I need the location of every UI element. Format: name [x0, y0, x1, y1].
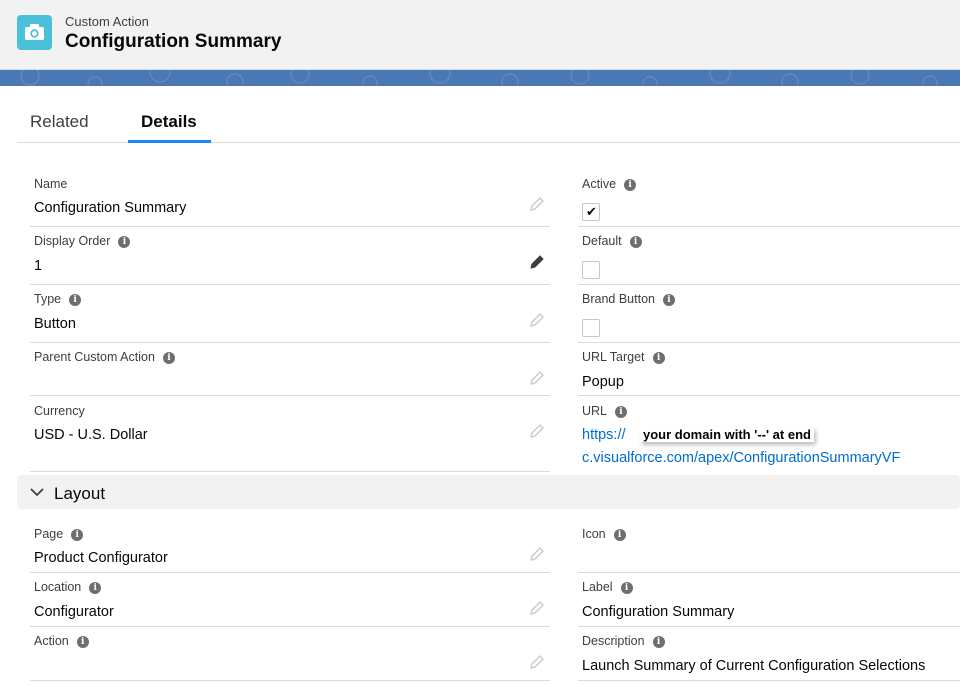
field-divider	[30, 626, 550, 627]
field-label-label: Label i	[582, 580, 633, 594]
field-divider	[30, 342, 550, 343]
field-divider	[30, 226, 550, 227]
object-type-label: Custom Action	[65, 14, 149, 29]
pencil-icon[interactable]	[529, 654, 545, 670]
info-icon[interactable]: i	[662, 294, 675, 306]
default-checkbox[interactable]	[582, 261, 600, 279]
field-divider	[30, 395, 550, 396]
pencil-icon[interactable]	[529, 254, 545, 270]
field-divider	[578, 395, 960, 396]
field-divider	[578, 226, 960, 227]
info-icon[interactable]: i	[629, 236, 642, 248]
pencil-icon[interactable]	[529, 312, 545, 328]
field-label-type: Type i	[34, 292, 82, 306]
field-value-name: Configuration Summary	[34, 200, 187, 216]
url-annotation: your domain with '--' at end	[640, 427, 814, 442]
record-detail-card	[0, 86, 960, 685]
field-label-description: Description i	[582, 634, 665, 648]
pencil-icon[interactable]	[529, 423, 545, 439]
field-label-action: Action i	[34, 634, 89, 648]
field-divider	[30, 572, 550, 573]
field-label-default: Default i	[582, 234, 642, 248]
field-label-location: Location i	[34, 580, 102, 594]
field-divider	[578, 572, 960, 573]
page-header: Custom Action Configuration Summary	[0, 0, 960, 70]
brand-button-checkbox[interactable]	[582, 319, 600, 337]
active-tab-indicator	[128, 140, 211, 143]
field-divider	[578, 626, 960, 627]
field-label-parent-custom-action: Parent Custom Action i	[34, 350, 175, 364]
field-divider	[578, 284, 960, 285]
field-value-url-target: Popup	[582, 374, 624, 390]
field-value-label: Configuration Summary	[582, 604, 735, 620]
pencil-icon[interactable]	[529, 600, 545, 616]
info-icon[interactable]: i	[624, 179, 637, 191]
info-icon[interactable]: i	[652, 636, 665, 648]
field-label-url-target: URL Target i	[582, 350, 665, 364]
info-icon[interactable]: i	[76, 636, 89, 648]
field-label-page: Page i	[34, 527, 84, 541]
camera-icon	[17, 15, 52, 50]
info-icon[interactable]: i	[162, 352, 175, 364]
field-label-currency: Currency	[34, 404, 85, 418]
layout-section-header[interactable]: Layout	[17, 475, 960, 509]
info-icon[interactable]: i	[613, 529, 626, 541]
field-label-display-order: Display Order i	[34, 234, 131, 248]
field-divider	[30, 284, 550, 285]
header-background-band	[0, 70, 960, 86]
pencil-icon[interactable]	[529, 370, 545, 386]
info-icon[interactable]: i	[71, 529, 84, 541]
field-label-active: Active i	[582, 177, 637, 191]
info-icon[interactable]: i	[615, 406, 628, 418]
field-divider	[30, 471, 550, 472]
layout-section-title: Layout	[54, 484, 106, 503]
page-title: Configuration Summary	[65, 31, 282, 52]
tab-related[interactable]: Related	[30, 112, 89, 132]
field-divider	[578, 680, 960, 681]
info-icon[interactable]: i	[620, 582, 633, 594]
info-icon[interactable]: i	[69, 294, 82, 306]
url-link-part-1[interactable]: https://	[582, 427, 626, 443]
field-divider	[30, 680, 550, 681]
field-value-location: Configurator	[34, 604, 114, 620]
chevron-down-icon	[30, 488, 44, 497]
field-label-url: URL i	[582, 404, 628, 418]
field-divider	[578, 342, 960, 343]
field-value-type: Button	[34, 316, 76, 332]
field-value-display-order: 1	[34, 258, 43, 274]
field-value-currency: USD - U.S. Dollar	[34, 427, 148, 443]
field-value-page: Product Configurator	[34, 550, 168, 566]
tab-details[interactable]: Details	[141, 112, 197, 132]
field-label-name: Name	[34, 177, 68, 191]
info-icon[interactable]: i	[118, 236, 131, 248]
url-link-part-2[interactable]: c.visualforce.com/apex/ConfigurationSumm…	[582, 450, 900, 466]
pencil-icon[interactable]	[529, 196, 545, 212]
info-icon[interactable]: i	[652, 352, 665, 364]
active-checkbox[interactable]: ✔	[582, 203, 600, 221]
field-value-description: Launch Summary of Current Configuration …	[582, 658, 926, 674]
checkmark-icon: ✔	[586, 204, 597, 219]
field-label-icon: Icon i	[582, 527, 626, 541]
field-label-brand-button: Brand Button i	[582, 292, 675, 306]
pencil-icon[interactable]	[529, 546, 545, 562]
info-icon[interactable]: i	[89, 582, 102, 594]
